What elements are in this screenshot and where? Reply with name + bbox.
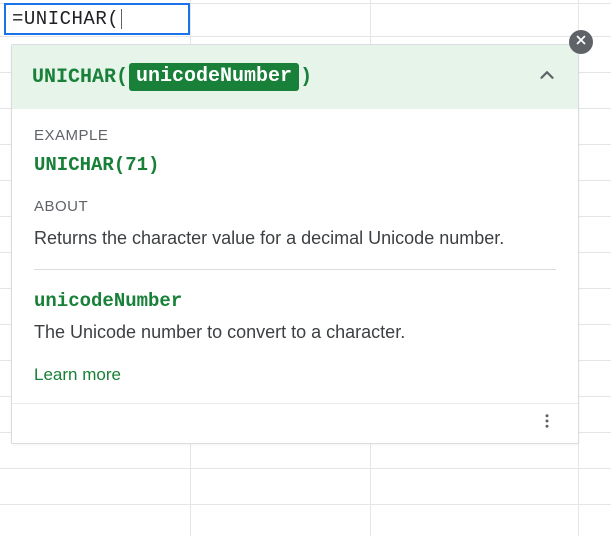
about-text: Returns the character value for a decima… xyxy=(34,225,556,251)
about-label: ABOUT xyxy=(34,198,556,215)
example-value: UNICHAR(71) xyxy=(34,154,556,176)
formula-text: =UNICHAR( xyxy=(12,8,119,30)
divider xyxy=(34,269,556,270)
close-icon xyxy=(574,33,588,52)
function-name: UNICHAR xyxy=(32,66,116,89)
formula-input-cell[interactable]: =UNICHAR( xyxy=(4,3,190,35)
param-description: The Unicode number to convert to a chara… xyxy=(34,320,556,345)
tooltip-body: EXAMPLE UNICHAR(71) ABOUT Returns the ch… xyxy=(12,109,578,403)
close-paren: ) xyxy=(300,66,312,89)
param-highlight: unicodeNumber xyxy=(129,63,299,91)
more-vert-icon xyxy=(538,417,556,434)
function-help-tooltip: UNICHAR(unicodeNumber) EXAMPLE UNICHAR(7… xyxy=(11,44,579,444)
tooltip-footer xyxy=(12,403,578,443)
function-signature: UNICHAR(unicodeNumber) xyxy=(32,63,312,91)
collapse-button[interactable] xyxy=(536,64,558,91)
chevron-up-icon xyxy=(536,73,558,90)
close-tooltip-button[interactable] xyxy=(569,30,593,54)
learn-more-link[interactable]: Learn more xyxy=(34,365,121,385)
tooltip-header: UNICHAR(unicodeNumber) xyxy=(12,45,578,109)
example-label: EXAMPLE xyxy=(34,127,556,144)
more-options-button[interactable] xyxy=(532,406,562,441)
text-cursor xyxy=(121,9,122,29)
param-name: unicodeNumber xyxy=(34,290,556,312)
open-paren: ( xyxy=(116,66,128,89)
